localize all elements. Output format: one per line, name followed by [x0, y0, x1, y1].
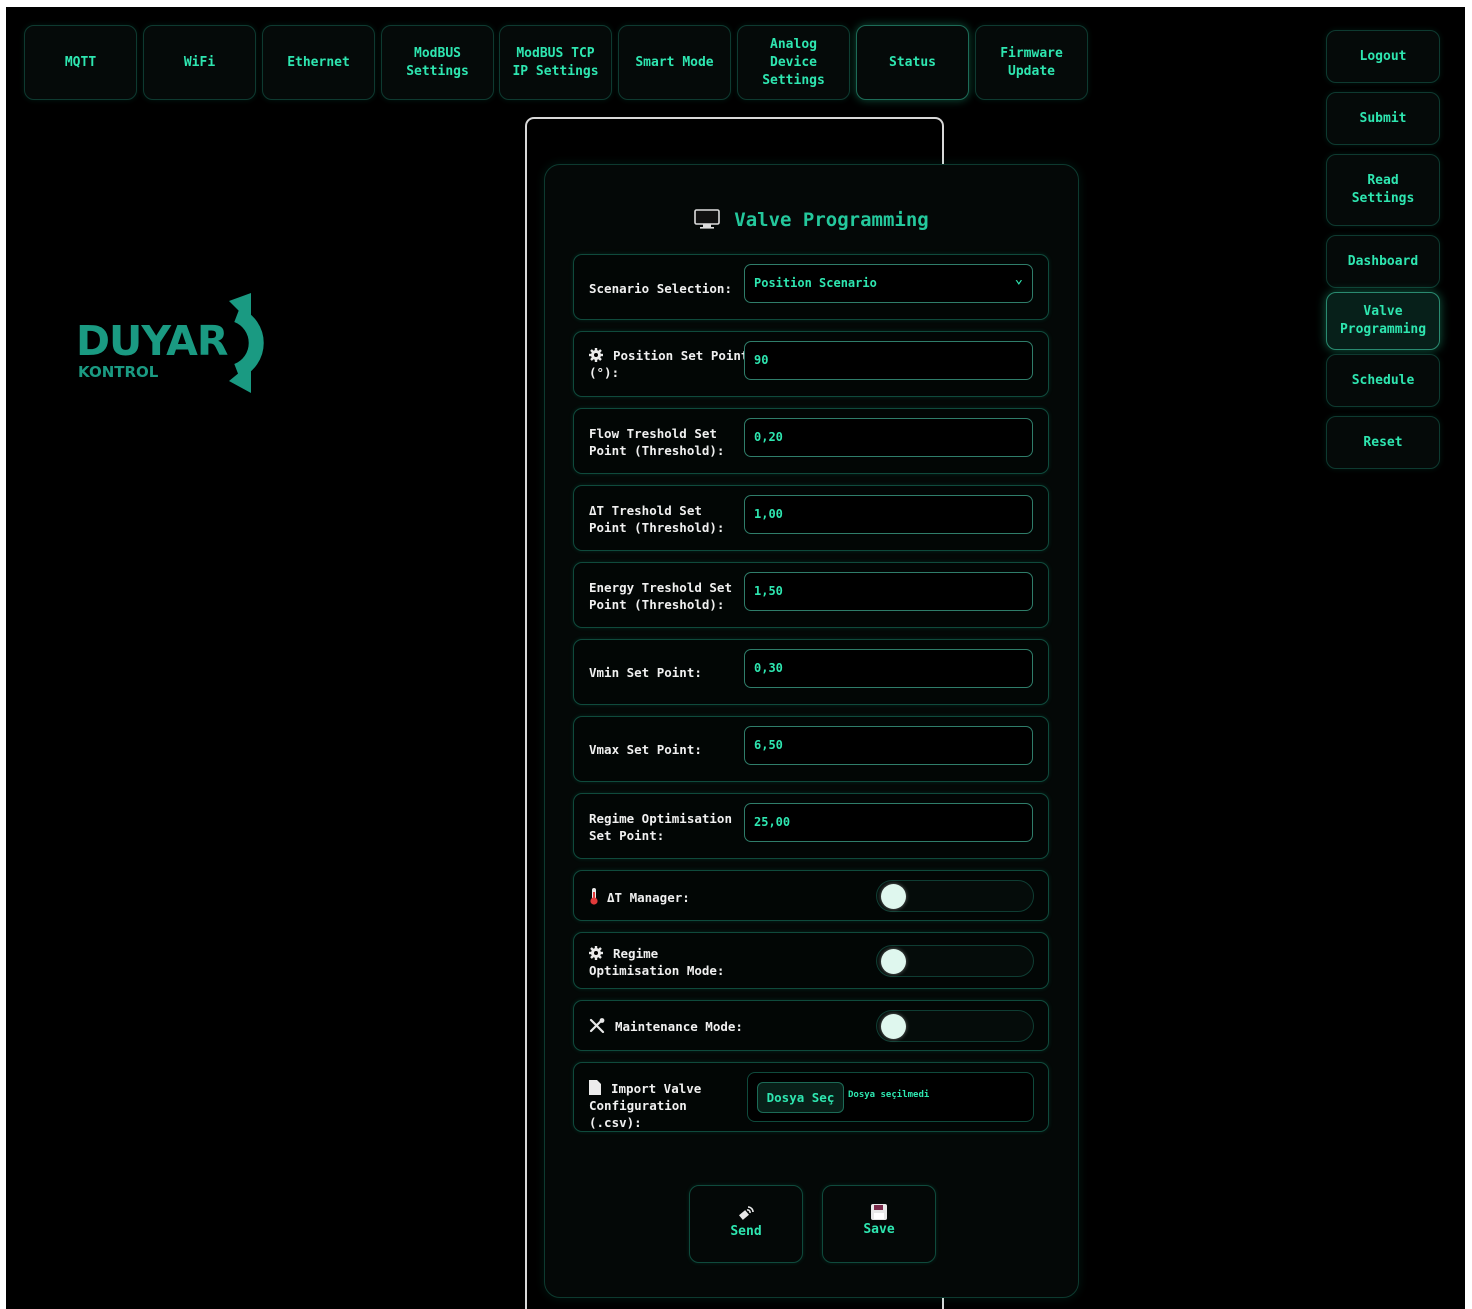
gear-icon	[589, 348, 603, 362]
vmin-row: Vmin Set Point: 0,30	[573, 639, 1049, 705]
thermometer-icon	[590, 888, 598, 905]
monitor-icon	[694, 209, 721, 229]
scenario-select[interactable]: Position Scenario	[744, 261, 1033, 303]
scenario-label: Scenario Selection:	[589, 281, 732, 296]
import-config-text: Import Valve Configuration (.csv):	[589, 1081, 702, 1130]
reset-button[interactable]: Reset	[1326, 416, 1440, 469]
regime-optimisation-mode-text: Regime Optimisation Mode:	[589, 946, 725, 978]
gear-icon	[589, 946, 603, 960]
maintenance-mode-label: Maintenance Mode:	[589, 1018, 743, 1035]
regime-optimisation-mode-row: Regime Optimisation Mode:	[573, 932, 1049, 989]
valve-programming-panel: Valve Programming Scenario Selection: Po…	[544, 164, 1079, 1298]
tab-modbus-tcp-ip-settings[interactable]: ModBUS TCP IP Settings	[499, 25, 612, 100]
delta-t-manager-row: ΔT Manager:	[573, 870, 1049, 921]
satellite-icon	[739, 1206, 754, 1220]
position-set-point-row: Position Set Point (°): 90	[573, 331, 1049, 397]
maintenance-mode-row: Maintenance Mode:	[573, 1000, 1049, 1051]
logout-button[interactable]: Logout	[1326, 30, 1440, 83]
dashboard-button[interactable]: Dashboard	[1326, 235, 1440, 288]
vmax-row: Vmax Set Point: 6,50	[573, 716, 1049, 782]
regime-optimisation-mode-label: Regime Optimisation Mode:	[589, 945, 729, 979]
import-config-row: Import Valve Configuration (.csv): Dosya…	[573, 1062, 1049, 1132]
scenario-row: Scenario Selection: Position Scenario	[573, 254, 1049, 320]
valve-programming-button[interactable]: Valve Programming	[1326, 292, 1440, 350]
no-file-selected-text: Dosya seçilmedi	[848, 1090, 930, 1100]
save-label: Save	[863, 1222, 895, 1237]
document-icon	[589, 1080, 601, 1095]
regime-optimisation-set-point-row: Regime Optimisation Set Point: 25,00	[573, 793, 1049, 859]
position-set-point-text: Position Set Point (°):	[589, 348, 749, 380]
vmin-label: Vmin Set Point:	[589, 665, 702, 680]
duyar-kontrol-logo: DUYAR KONTROL	[76, 293, 291, 393]
floppy-disk-icon	[871, 1204, 887, 1220]
flow-threshold-input[interactable]: 0,20	[744, 418, 1033, 457]
toggle-knob	[881, 949, 906, 974]
logo-subword: KONTROL	[78, 363, 159, 381]
submit-button[interactable]: Submit	[1326, 92, 1440, 145]
tab-wifi[interactable]: WiFi	[143, 25, 256, 100]
logo-arrow-icon	[229, 293, 264, 393]
energy-threshold-label: Energy Treshold Set Point (Threshold):	[589, 580, 732, 612]
tab-status[interactable]: Status	[856, 25, 969, 100]
energy-threshold-input[interactable]: 1,50	[744, 572, 1033, 611]
scenario-value: Position Scenario	[754, 276, 877, 290]
logo-word: DUYAR	[76, 317, 228, 365]
delta-t-manager-text: ΔT Manager:	[607, 890, 690, 905]
tools-icon	[589, 1018, 605, 1034]
tab-ethernet[interactable]: Ethernet	[262, 25, 375, 100]
schedule-button[interactable]: Schedule	[1326, 354, 1440, 407]
tab-smart-mode[interactable]: Smart Mode	[618, 25, 731, 100]
toggle-knob	[881, 1014, 906, 1039]
send-button[interactable]: Send	[689, 1185, 803, 1263]
read-settings-button[interactable]: Read Settings	[1326, 154, 1440, 226]
tab-analog-device-settings[interactable]: Analog Device Settings	[737, 25, 850, 100]
choose-file-button[interactable]: Dosya Seç	[757, 1082, 844, 1113]
maintenance-mode-toggle[interactable]	[876, 1010, 1034, 1042]
panel-title: Valve Programming	[545, 209, 1078, 231]
tab-modbus-settings[interactable]: ModBUS Settings	[381, 25, 494, 100]
flow-threshold-label: Flow Treshold Set Point (Threshold):	[589, 426, 725, 458]
tab-firmware-update[interactable]: Firmware Update	[975, 25, 1088, 100]
save-button[interactable]: Save	[822, 1185, 936, 1263]
delta-t-manager-label: ΔT Manager:	[589, 888, 690, 906]
energy-threshold-row: Energy Treshold Set Point (Threshold): 1…	[573, 562, 1049, 628]
maintenance-mode-text: Maintenance Mode:	[615, 1019, 743, 1034]
vmin-input[interactable]: 0,30	[744, 649, 1033, 688]
regime-optimisation-mode-toggle[interactable]	[876, 945, 1034, 977]
delta-t-manager-toggle[interactable]	[876, 880, 1034, 912]
panel-title-text: Valve Programming	[734, 209, 929, 231]
import-config-label: Import Valve Configuration (.csv):	[589, 1080, 739, 1131]
app-screen: MQTT WiFi Ethernet ModBUS Settings ModBU…	[6, 7, 1465, 1309]
regime-optimisation-set-point-label: Regime Optimisation Set Point:	[589, 811, 732, 843]
toggle-knob	[881, 884, 906, 909]
flow-threshold-row: Flow Treshold Set Point (Threshold): 0,2…	[573, 408, 1049, 474]
delta-t-threshold-input[interactable]: 1,00	[744, 495, 1033, 534]
tab-mqtt[interactable]: MQTT	[24, 25, 137, 100]
position-set-point-input[interactable]: 90	[744, 341, 1033, 380]
delta-t-threshold-label: ΔT Treshold Set Point (Threshold):	[589, 503, 725, 535]
position-set-point-label: Position Set Point (°):	[589, 347, 749, 381]
vmax-label: Vmax Set Point:	[589, 742, 702, 757]
regime-optimisation-set-point-input[interactable]: 25,00	[744, 803, 1033, 842]
send-label: Send	[730, 1224, 762, 1239]
vmax-input[interactable]: 6,50	[744, 726, 1033, 765]
delta-t-threshold-row: ΔT Treshold Set Point (Threshold): 1,00	[573, 485, 1049, 551]
file-picker: Dosya Seç Dosya seçilmedi	[747, 1072, 1034, 1122]
